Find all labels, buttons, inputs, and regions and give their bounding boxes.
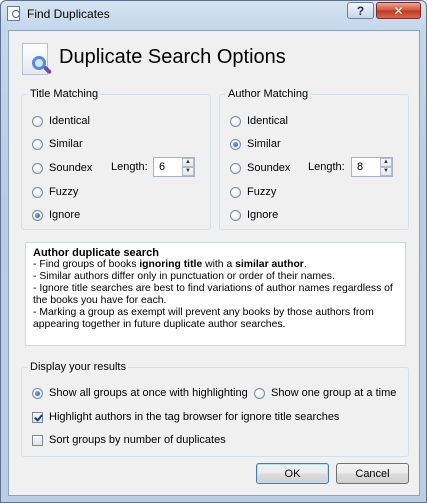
dialog-body: Duplicate Search Options Title Matching … xyxy=(8,30,420,496)
spin-down-icon[interactable]: ▼ xyxy=(380,167,392,176)
author-length-label: Length: xyxy=(308,161,345,173)
radio-indicator[interactable] xyxy=(230,138,241,150)
window-title: Find Duplicates xyxy=(27,7,110,21)
search-book-icon xyxy=(22,43,53,75)
author-length-spinbox[interactable]: 8 ▲ ▼ xyxy=(351,157,393,177)
help-button[interactable]: ? xyxy=(347,2,374,19)
checkbox-indicator[interactable] xyxy=(32,411,43,423)
spin-down-icon[interactable]: ▼ xyxy=(182,167,194,176)
description-line: - Similar authors differ only in punctua… xyxy=(33,271,335,282)
option-label: Ignore xyxy=(247,209,279,221)
title-option-similar[interactable]: Similar xyxy=(32,137,83,151)
title-length-value: 6 xyxy=(159,161,166,173)
option-label: Soundex xyxy=(247,162,291,174)
option-label: Ignore xyxy=(49,209,81,221)
option-label: Highlight authors in the tag browser for… xyxy=(49,411,340,423)
title-option-soundex[interactable]: Soundex xyxy=(32,161,92,175)
option-label: Soundex xyxy=(49,162,93,174)
page-title: Duplicate Search Options xyxy=(59,46,286,68)
author-matching-group: Author Matching Identical Similar Sounde… xyxy=(219,88,409,230)
dialog-window: Find Duplicates ? ✕ Duplicate Search Opt… xyxy=(0,0,427,503)
radio-indicator[interactable] xyxy=(32,186,43,198)
option-label: Show all groups at once with highlightin… xyxy=(49,387,248,399)
author-option-similar[interactable]: Similar xyxy=(230,137,281,151)
search-description: Author duplicate search - Find groups of… xyxy=(25,242,406,346)
spin-up-icon[interactable]: ▲ xyxy=(182,158,194,167)
radio-indicator[interactable] xyxy=(32,138,43,150)
title-matching-group: Title Matching Identical Similar Soundex… xyxy=(21,88,211,230)
description-line: - Ignore title searches are best to find… xyxy=(33,283,393,306)
cancel-button[interactable]: Cancel xyxy=(336,463,409,484)
author-option-soundex[interactable]: Soundex xyxy=(230,161,290,175)
title-bar[interactable]: Find Duplicates ? ✕ xyxy=(1,1,426,27)
display-results-legend: Display your results xyxy=(28,361,128,373)
display-results-group: Display your results Show all groups at … xyxy=(21,361,409,457)
radio-indicator[interactable] xyxy=(32,162,43,174)
option-label: Similar xyxy=(247,138,281,150)
option-label: Identical xyxy=(49,115,90,127)
spin-up-icon[interactable]: ▲ xyxy=(380,158,392,167)
option-label: Show one group at a time xyxy=(271,387,397,399)
radio-indicator[interactable] xyxy=(32,209,43,221)
radio-indicator[interactable] xyxy=(230,209,241,221)
close-button[interactable]: ✕ xyxy=(376,2,421,19)
title-option-identical[interactable]: Identical xyxy=(32,114,90,128)
option-label: Fuzzy xyxy=(247,186,277,198)
option-label: Similar xyxy=(49,138,83,150)
title-option-ignore[interactable]: Ignore xyxy=(32,208,80,222)
option-label: Identical xyxy=(247,115,288,127)
author-length-value: 8 xyxy=(357,161,364,173)
radio-indicator[interactable] xyxy=(230,186,241,198)
radio-indicator[interactable] xyxy=(230,162,241,174)
option-label: Fuzzy xyxy=(49,186,79,198)
radio-indicator[interactable] xyxy=(32,387,43,399)
title-length-label: Length: xyxy=(111,161,148,173)
highlight-authors-checkbox[interactable]: Highlight authors in the tag browser for… xyxy=(32,410,339,424)
checkbox-indicator[interactable] xyxy=(32,434,43,446)
radio-indicator[interactable] xyxy=(254,387,265,399)
option-label: Sort groups by number of duplicates xyxy=(49,434,226,446)
title-length-spinbox[interactable]: 6 ▲ ▼ xyxy=(153,157,195,177)
title-option-fuzzy[interactable]: Fuzzy xyxy=(32,185,78,199)
ok-button[interactable]: OK xyxy=(256,463,329,484)
show-one-group-radio[interactable]: Show one group at a time xyxy=(254,386,396,400)
author-option-ignore[interactable]: Ignore xyxy=(230,208,278,222)
author-matching-legend: Author Matching xyxy=(226,88,311,100)
show-all-groups-radio[interactable]: Show all groups at once with highlightin… xyxy=(32,386,248,400)
app-icon xyxy=(7,6,20,21)
sort-groups-checkbox[interactable]: Sort groups by number of duplicates xyxy=(32,433,226,447)
description-title: Author duplicate search xyxy=(33,247,159,259)
author-option-fuzzy[interactable]: Fuzzy xyxy=(230,185,276,199)
radio-indicator[interactable] xyxy=(32,115,43,127)
title-matching-legend: Title Matching xyxy=(28,88,101,100)
description-line: - Find groups of books ignoring title wi… xyxy=(33,259,307,270)
radio-indicator[interactable] xyxy=(230,115,241,127)
author-option-identical[interactable]: Identical xyxy=(230,114,288,128)
description-line: - Marking a group as exempt will prevent… xyxy=(33,307,374,330)
